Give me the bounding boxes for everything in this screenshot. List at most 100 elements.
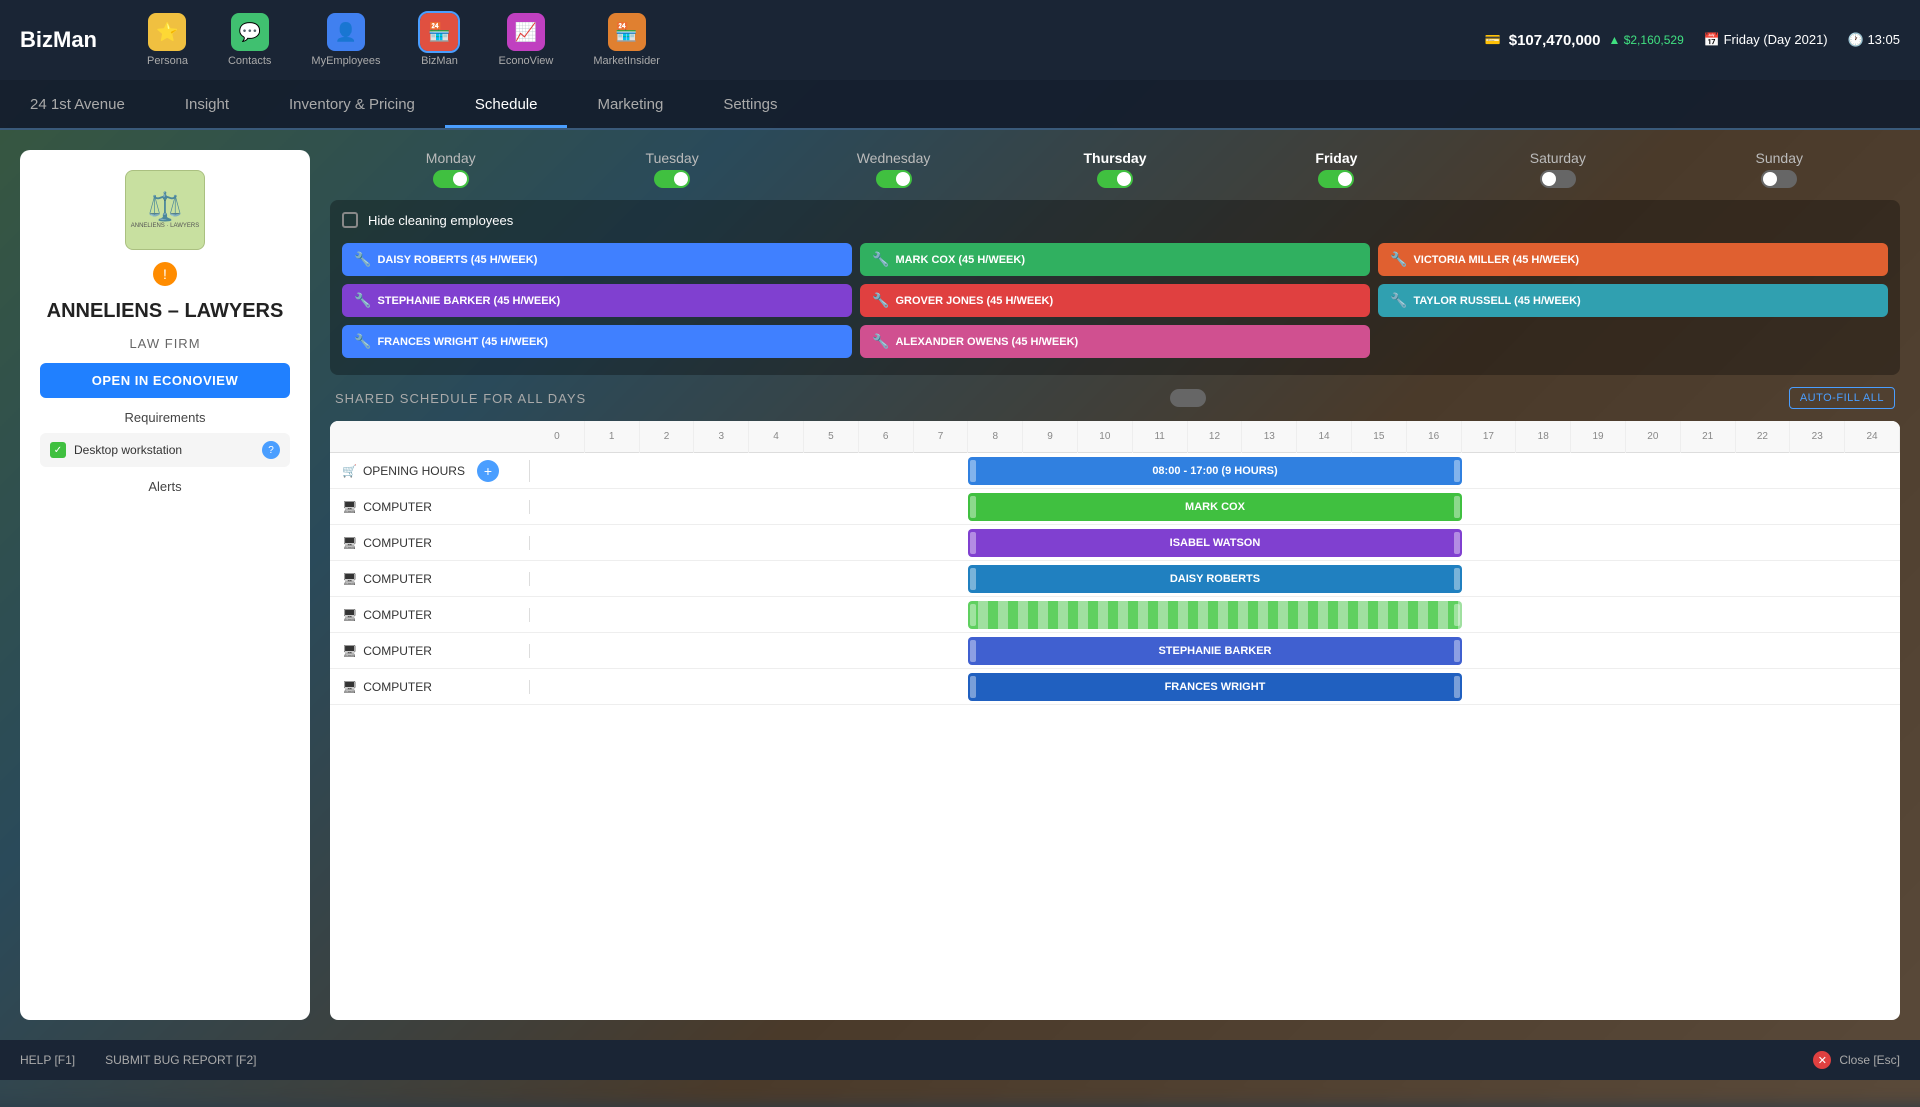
- topbar: BizMan ⭐ Persona 💬 Contacts 👤 MyEmployee…: [0, 0, 1920, 80]
- employee-name: TAYLOR RUSSELL (45 H/WEEK): [1413, 295, 1580, 307]
- nav-app-bizman-label: BizMan: [421, 55, 458, 67]
- day-sunday[interactable]: Sunday: [1669, 150, 1890, 188]
- nav-app-persona[interactable]: ⭐ Persona: [127, 5, 208, 75]
- day-thursday-toggle[interactable]: [1097, 170, 1133, 188]
- topbar-right: 💳 $107,470,000 ▲ $2,160,529 📅 Friday (Da…: [1485, 32, 1900, 49]
- bar-handle-left[interactable]: [970, 460, 976, 482]
- employee-icon: 🔧: [354, 251, 371, 268]
- daisy-roberts-bar[interactable]: DAISY ROBERTS: [968, 565, 1461, 593]
- schedule-row-isabel-watson: 🖥 COMPUTER ISABEL WATSON: [330, 525, 1900, 561]
- bar-handle-left[interactable]: [970, 532, 976, 554]
- employee-grover-jones[interactable]: 🔧 GROVER JONES (45 H/WEEK): [860, 284, 1370, 317]
- day-thursday[interactable]: Thursday: [1004, 150, 1225, 188]
- employee-name: GROVER JONES (45 H/WEEK): [895, 295, 1053, 307]
- day-tuesday-toggle[interactable]: [654, 170, 690, 188]
- nav-app-employees[interactable]: 👤 MyEmployees: [291, 5, 400, 75]
- close-icon: ✕: [1813, 1051, 1831, 1069]
- bar-handle-left[interactable]: [970, 676, 976, 698]
- money-change: ▲ $2,160,529: [1609, 33, 1684, 47]
- day-sunday-toggle[interactable]: [1761, 170, 1797, 188]
- scales-icon: ⚖️: [148, 190, 183, 223]
- nav-settings[interactable]: Settings: [693, 84, 807, 128]
- alerts-title: Alerts: [40, 479, 290, 494]
- nav-inventory[interactable]: Inventory & Pricing: [259, 84, 445, 128]
- computer-icon-1: 🖥: [342, 500, 357, 514]
- nav-app-contacts[interactable]: 💬 Contacts: [208, 5, 291, 75]
- day-tuesday[interactable]: Tuesday: [561, 150, 782, 188]
- frances-wright-grid: FRANCES WRIGHT: [530, 669, 1900, 704]
- employee-name: ALEXANDER OWENS (45 H/WEEK): [895, 336, 1078, 348]
- mark-cox-bar[interactable]: MARK COX: [968, 493, 1461, 521]
- employee-alexander-owens[interactable]: 🔧 ALEXANDER OWENS (45 H/WEEK): [860, 325, 1370, 358]
- req-help-icon[interactable]: ?: [262, 441, 280, 459]
- bar-handle-right[interactable]: [1454, 496, 1460, 518]
- help-link[interactable]: HELP [F1]: [20, 1053, 75, 1067]
- hour-3: 3: [694, 421, 749, 453]
- company-type: LAW FIRM: [129, 336, 200, 351]
- employee-frances-wright[interactable]: 🔧 FRANCES WRIGHT (45 H/WEEK): [342, 325, 852, 358]
- hour-13: 13: [1242, 421, 1297, 453]
- nav-insight[interactable]: Insight: [155, 84, 259, 128]
- hide-cleaning-checkbox[interactable]: [342, 212, 358, 228]
- bar-handle-right[interactable]: [1454, 532, 1460, 554]
- day-saturday-toggle[interactable]: [1540, 170, 1576, 188]
- bar-handle-right[interactable]: [1454, 604, 1460, 626]
- employee-mark-cox[interactable]: 🔧 MARK COX (45 H/WEEK): [860, 243, 1370, 276]
- employee-stephanie-barker[interactable]: 🔧 STEPHANIE BARKER (45 H/WEEK): [342, 284, 852, 317]
- employee-victoria-miller[interactable]: 🔧 VICTORIA MILLER (45 H/WEEK): [1378, 243, 1888, 276]
- close-button[interactable]: ✕ Close [Esc]: [1813, 1051, 1900, 1069]
- bar-handle-right[interactable]: [1454, 640, 1460, 662]
- day-wednesday[interactable]: Wednesday: [783, 150, 1004, 188]
- day-wednesday-label: Wednesday: [857, 150, 931, 166]
- day-monday[interactable]: Monday: [340, 150, 561, 188]
- time-display: 🕐 13:05: [1848, 32, 1900, 48]
- employee-icon: 🔧: [872, 292, 889, 309]
- bar-handle-left[interactable]: [970, 568, 976, 590]
- bar-handle-right[interactable]: [1454, 568, 1460, 590]
- bar-handle-right[interactable]: [1454, 460, 1460, 482]
- hour-17: 17: [1462, 421, 1517, 453]
- add-opening-hours-button[interactable]: +: [477, 460, 499, 482]
- bar-handle-left[interactable]: [970, 640, 976, 662]
- day-monday-toggle[interactable]: [433, 170, 469, 188]
- day-wednesday-toggle[interactable]: [876, 170, 912, 188]
- hour-10: 10: [1078, 421, 1133, 453]
- nav-app-marketinsider[interactable]: 🏪 MarketInsider: [573, 5, 680, 75]
- computer-icon-6: 🖥: [342, 680, 357, 694]
- bar-handle-right[interactable]: [1454, 676, 1460, 698]
- employee-taylor-russell[interactable]: 🔧 TAYLOR RUSSELL (45 H/WEEK): [1378, 284, 1888, 317]
- frances-wright-bar[interactable]: FRANCES WRIGHT: [968, 673, 1461, 701]
- nav-schedule[interactable]: Schedule: [445, 84, 568, 128]
- nav-marketing[interactable]: Marketing: [567, 84, 693, 128]
- hour-6: 6: [859, 421, 914, 453]
- computer-icon-5: 🖥: [342, 644, 357, 658]
- employee-icon: 🔧: [354, 333, 371, 350]
- day-saturday[interactable]: Saturday: [1447, 150, 1668, 188]
- auto-fill-button[interactable]: AUTO-FILL ALL: [1789, 387, 1895, 409]
- daisy-roberts-grid: DAISY ROBERTS: [530, 561, 1900, 596]
- company-name: ANNELIENS – LAWYERS: [47, 298, 284, 324]
- employee-icon: 🔧: [1390, 292, 1407, 309]
- computer-text-1: COMPUTER: [363, 500, 432, 514]
- day-tuesday-label: Tuesday: [646, 150, 699, 166]
- bar-handle-left[interactable]: [970, 604, 976, 626]
- employee-name: DAISY ROBERTS (45 H/WEEK): [377, 254, 537, 266]
- day-monday-label: Monday: [426, 150, 476, 166]
- isabel-watson-bar[interactable]: ISABEL WATSON: [968, 529, 1461, 557]
- day-friday-toggle[interactable]: [1318, 170, 1354, 188]
- schedule-row-stephanie-barker: 🖥 COMPUTER STEPHANIE BARKER: [330, 633, 1900, 669]
- stephanie-barker-bar[interactable]: STEPHANIE BARKER: [968, 637, 1461, 665]
- bug-report-link[interactable]: SUBMIT BUG REPORT [F2]: [105, 1053, 256, 1067]
- requirement-label: Desktop workstation: [74, 443, 182, 457]
- computer-icon-2: 🖥: [342, 536, 357, 550]
- nav-address[interactable]: 24 1st Avenue: [0, 84, 155, 128]
- nav-app-bizman[interactable]: 🏪 BizMan: [400, 5, 478, 75]
- opening-hours-bar[interactable]: 08:00 - 17:00 (9 HOURS): [968, 457, 1461, 485]
- pattern-bar[interactable]: [968, 601, 1461, 629]
- bar-handle-left[interactable]: [970, 496, 976, 518]
- employee-daisy-roberts[interactable]: 🔧 DAISY ROBERTS (45 H/WEEK): [342, 243, 852, 276]
- nav-app-econoview[interactable]: 📈 EconoView: [478, 5, 573, 75]
- shared-toggle[interactable]: [1170, 389, 1206, 407]
- day-friday[interactable]: Friday: [1226, 150, 1447, 188]
- open-econoview-button[interactable]: OPEN IN ECONOVIEW: [40, 363, 290, 398]
